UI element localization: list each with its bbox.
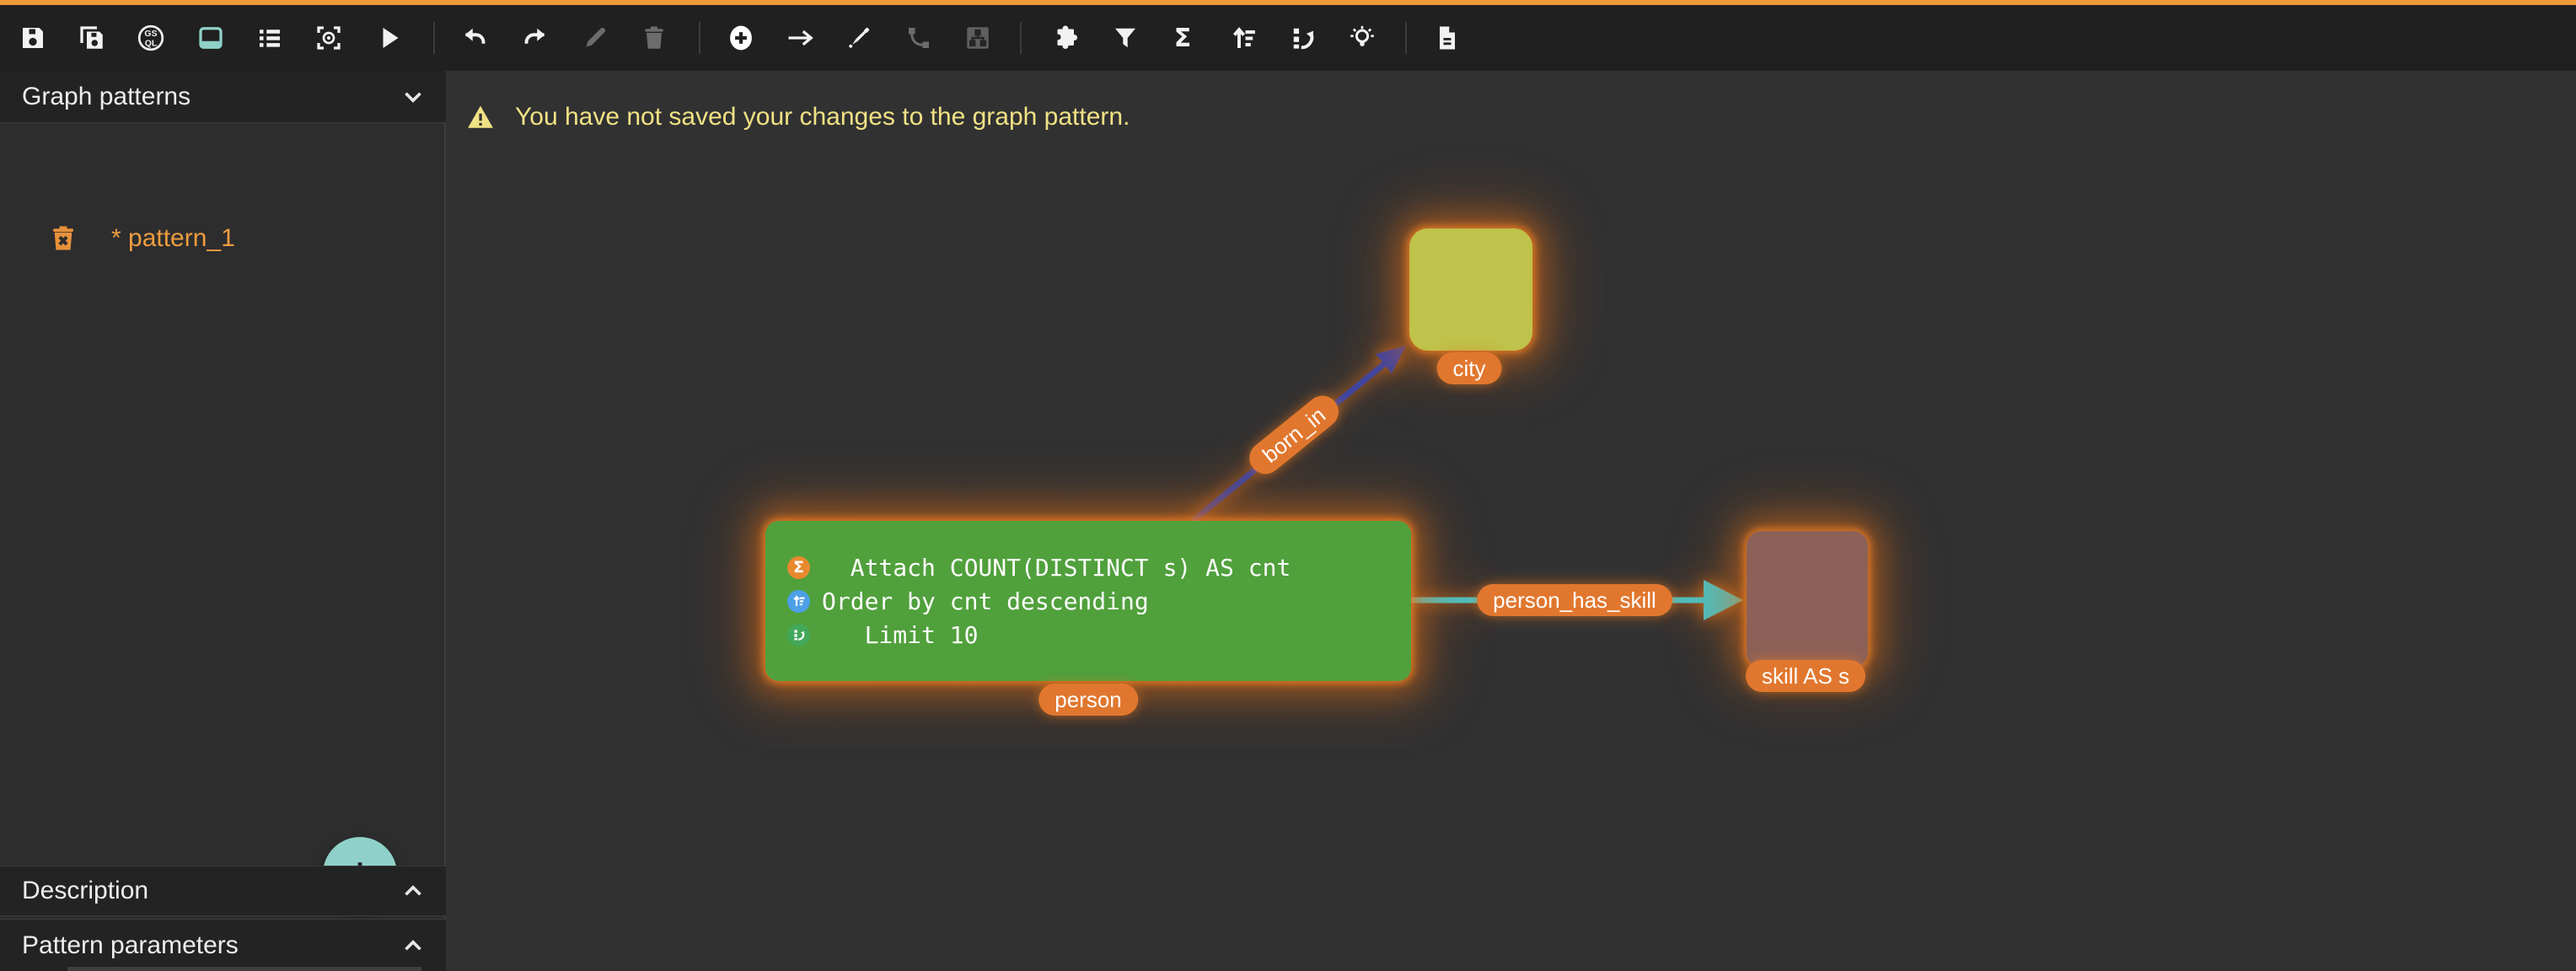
limit-icon[interactable]	[1285, 19, 1322, 56]
delete-icon[interactable]	[636, 19, 673, 56]
attachment-row: Limit 10	[787, 618, 1411, 652]
delete-pattern-icon[interactable]	[47, 223, 79, 255]
vertex-label-person[interactable]: person	[1038, 684, 1138, 716]
graph-patterns-title: Graph patterns	[22, 83, 399, 111]
attachment-text: Order by cnt descending	[822, 587, 1149, 615]
redo-icon[interactable]	[517, 19, 554, 56]
vertex-node-person[interactable]: Σ Attach COUNT(DISTINCT s) AS cnt Order …	[765, 521, 1411, 681]
svg-text:Σ: Σ	[1174, 24, 1192, 53]
attachment-text: Attach COUNT(DISTINCT s) AS cnt	[822, 554, 1291, 582]
add-edge-icon[interactable]	[781, 19, 818, 56]
save-as-icon[interactable]	[73, 19, 110, 56]
chevron-down-icon[interactable]	[399, 83, 427, 111]
list-icon[interactable]	[251, 19, 288, 56]
pattern-item-label[interactable]: * pattern_1	[111, 224, 235, 253]
chevron-up-icon[interactable]	[399, 931, 427, 960]
save-icon[interactable]	[14, 19, 51, 56]
filter-icon[interactable]	[1107, 19, 1144, 56]
toolbar-separator	[1020, 22, 1022, 54]
vertex-node-city[interactable]	[1409, 228, 1532, 351]
pattern-parameters-header[interactable]: Pattern parameters	[0, 919, 446, 971]
edge-label-person-has-skill[interactable]: person_has_skill	[1477, 584, 1672, 616]
svg-text:GS: GS	[144, 29, 157, 39]
pattern-parameters-title: Pattern parameters	[22, 931, 399, 960]
attachment-row: Order by cnt descending	[787, 584, 1411, 618]
sidebar: Graph patterns * pattern_1 Description P…	[0, 71, 446, 971]
pattern-canvas[interactable]: You have not saved your changes to the g…	[448, 71, 2576, 971]
pattern-list-item[interactable]: * pattern_1	[0, 212, 446, 265]
limit-icon	[787, 624, 810, 646]
toolbar-separator	[433, 22, 435, 54]
order-icon[interactable]	[1226, 19, 1263, 56]
gsql-icon[interactable]: GSQL	[132, 19, 169, 56]
description-header[interactable]: Description	[0, 866, 446, 916]
undo-icon[interactable]	[456, 19, 493, 56]
chevron-up-icon[interactable]	[399, 877, 427, 905]
description-title: Description	[22, 877, 399, 905]
focus-icon[interactable]	[310, 19, 347, 56]
order-icon	[787, 590, 810, 613]
svg-text:QL: QL	[145, 38, 158, 48]
union-icon[interactable]	[1048, 19, 1085, 56]
attachment-row: Σ Attach COUNT(DISTINCT s) AS cnt	[787, 550, 1411, 584]
subquery-icon[interactable]	[959, 19, 996, 56]
dropper-icon[interactable]	[840, 19, 877, 56]
parameters-field-edge	[67, 967, 421, 971]
idea-icon[interactable]	[1344, 19, 1381, 56]
edge-layer	[448, 71, 2576, 971]
run-icon[interactable]	[371, 19, 408, 56]
view-icon[interactable]	[192, 19, 229, 56]
document-icon[interactable]	[1429, 19, 1466, 56]
vertex-label-city[interactable]: city	[1437, 352, 1502, 384]
toolbar-separator	[1405, 22, 1407, 54]
aggregate-icon[interactable]: Σ	[1164, 19, 1201, 56]
aggregate-icon: Σ	[787, 556, 810, 579]
add-vertex-icon[interactable]	[722, 19, 759, 56]
toolbar-separator	[699, 22, 700, 54]
edit-icon[interactable]	[577, 19, 614, 56]
toolbar: GSQL Σ	[0, 5, 2576, 71]
path-icon[interactable]	[900, 19, 937, 56]
graph-patterns-header[interactable]: Graph patterns	[0, 71, 446, 123]
attachment-text: Limit 10	[822, 621, 978, 649]
vertex-label-skill[interactable]: skill AS s	[1746, 660, 1865, 692]
vertex-node-skill[interactable]	[1747, 531, 1868, 668]
